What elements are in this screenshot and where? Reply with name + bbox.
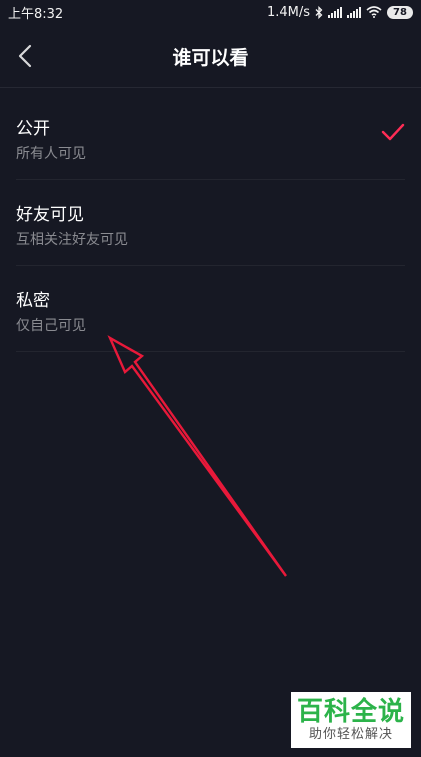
signal-icon-2 bbox=[347, 6, 361, 18]
status-bar: 上午8:32 1.4M/s 78 bbox=[0, 0, 421, 24]
option-friends[interactable]: 好友可见 互相关注好友可见 bbox=[16, 180, 405, 266]
option-title: 私密 bbox=[16, 291, 50, 311]
battery-icon: 78 bbox=[387, 5, 413, 19]
option-title: 好友可见 bbox=[16, 205, 84, 225]
page-title: 谁可以看 bbox=[172, 46, 249, 69]
watermark-logo: 百科全说 助你轻松解决 bbox=[291, 692, 411, 748]
net-speed: 1.4M/s bbox=[266, 4, 310, 20]
wifi-icon bbox=[366, 6, 382, 18]
nav-bar: 谁可以看 bbox=[0, 24, 421, 88]
status-indicators: 1.4M/s 78 bbox=[267, 5, 413, 20]
option-public[interactable]: 公开 所有人可见 bbox=[16, 94, 405, 180]
option-title: 公开 bbox=[16, 119, 50, 139]
option-subtitle: 所有人可见 bbox=[16, 146, 86, 162]
option-subtitle: 互相关注好友可见 bbox=[16, 232, 128, 248]
visibility-options: 公开 所有人可见 好友可见 互相关注好友可见 私密 仅自己可见 bbox=[0, 94, 421, 352]
watermark-sub: 助你轻松解决 bbox=[308, 727, 393, 742]
option-subtitle: 仅自己可见 bbox=[16, 318, 86, 334]
checkmark-icon bbox=[381, 123, 405, 141]
watermark-main: 百科全说 bbox=[296, 697, 405, 727]
option-private[interactable]: 私密 仅自己可见 bbox=[16, 266, 405, 352]
signal-icon bbox=[328, 6, 342, 18]
bluetooth-icon bbox=[315, 5, 323, 19]
status-time: 上午8:32 bbox=[8, 6, 64, 22]
